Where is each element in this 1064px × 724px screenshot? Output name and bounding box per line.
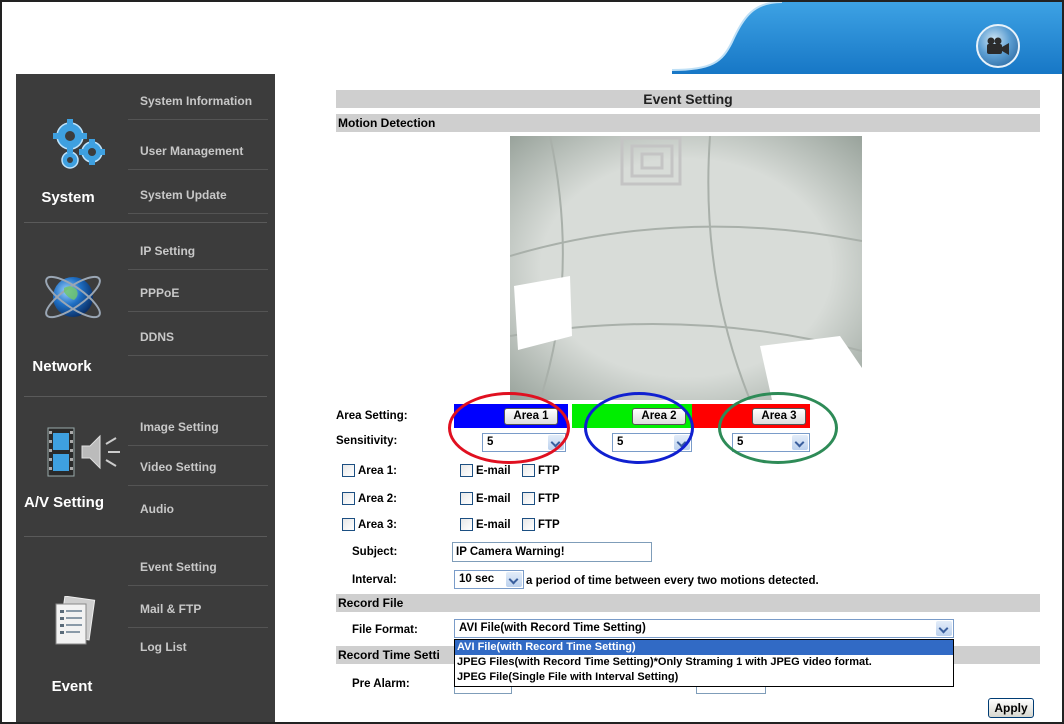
area-3-row-label: Area 3: xyxy=(358,519,397,531)
dropdown-option[interactable]: JPEG Files(with Record Time Setting)*Onl… xyxy=(455,655,953,670)
sidebar-section-label[interactable]: A/V Setting xyxy=(12,494,116,511)
area-3-checkbox[interactable] xyxy=(342,518,355,531)
sidebar-item-video-setting[interactable]: Video Setting xyxy=(128,448,268,486)
interval-note: a period of time between every two motio… xyxy=(526,575,819,587)
area-2-email-checkbox[interactable] xyxy=(460,492,473,505)
ftp-label: FTP xyxy=(538,493,560,505)
interval-select[interactable]: 10 sec xyxy=(454,570,524,589)
annotation-ring-area-2 xyxy=(584,392,694,464)
interval-label: Interval: xyxy=(352,574,397,586)
sidebar-section-event: Event Setting Mail & FTP Log List Event xyxy=(16,540,275,722)
section-motion-detection: Motion Detection xyxy=(336,114,1040,132)
page-title: Event Setting xyxy=(336,90,1040,108)
divider xyxy=(24,222,267,223)
globe-icon xyxy=(45,275,101,319)
dropdown-option[interactable]: JPEG File(Single File with Interval Sett… xyxy=(455,670,953,685)
apply-button[interactable]: Apply xyxy=(988,698,1034,718)
divider xyxy=(24,536,267,537)
film-speaker-icon xyxy=(47,427,120,477)
sidebar-item-mail-ftp[interactable]: Mail & FTP xyxy=(128,590,268,628)
ftp-label: FTP xyxy=(538,465,560,477)
sidebar-item-image-setting[interactable]: Image Setting xyxy=(128,408,268,446)
sidebar: System Information User Management Syste… xyxy=(16,74,275,722)
file-format-value: AVI File(with Record Time Setting) xyxy=(459,622,646,634)
area-2-ftp-checkbox[interactable] xyxy=(522,492,535,505)
area-1-checkbox[interactable] xyxy=(342,464,355,477)
divider xyxy=(24,396,267,397)
sidebar-item-log-list[interactable]: Log List xyxy=(128,628,268,666)
subject-input[interactable]: IP Camera Warning! xyxy=(452,542,652,562)
file-format-label: File Format: xyxy=(352,624,418,636)
camera-view-button[interactable] xyxy=(976,24,1020,68)
sensitivity-label: Sensitivity: xyxy=(336,435,398,447)
sidebar-item-user-management[interactable]: User Management xyxy=(128,132,268,170)
pre-alarm-label: Pre Alarm: xyxy=(352,678,410,690)
sidebar-section-label[interactable]: System xyxy=(16,189,120,206)
sidebar-item-system-update[interactable]: System Update xyxy=(128,176,268,214)
area-2-checkbox[interactable] xyxy=(342,492,355,505)
dropdown-option[interactable]: AVI File(with Record Time Setting) xyxy=(455,640,953,655)
sidebar-item-pppoe[interactable]: PPPoE xyxy=(128,274,268,312)
sidebar-item-ip-setting[interactable]: IP Setting xyxy=(128,232,268,270)
gears-icon xyxy=(53,119,105,169)
sidebar-section-label[interactable]: Event xyxy=(20,678,124,695)
sidebar-item-system-information[interactable]: System Information xyxy=(128,82,268,120)
camera-preview[interactable] xyxy=(510,136,862,400)
file-format-dropdown-list: AVI File(with Record Time Setting) JPEG … xyxy=(454,639,954,687)
document-icon xyxy=(55,596,96,645)
subject-label: Subject: xyxy=(352,546,398,558)
video-camera-icon xyxy=(987,37,1009,55)
annotation-ring-area-1 xyxy=(448,392,570,464)
interval-value: 10 sec xyxy=(459,573,495,585)
email-label: E-mail xyxy=(476,493,511,505)
area-1-ftp-checkbox[interactable] xyxy=(522,464,535,477)
email-label: E-mail xyxy=(476,519,511,531)
sidebar-item-ddns[interactable]: DDNS xyxy=(128,318,268,356)
file-format-select[interactable]: AVI File(with Record Time Setting) xyxy=(454,619,954,638)
annotation-ring-area-3 xyxy=(718,392,838,464)
sidebar-section-av-setting: Image Setting Video Setting Audio A/V Se… xyxy=(16,400,275,537)
ftp-label: FTP xyxy=(538,519,560,531)
sidebar-item-event-setting[interactable]: Event Setting xyxy=(128,548,268,586)
section-record-file: Record File xyxy=(336,594,1040,612)
area-1-row-label: Area 1: xyxy=(358,465,397,477)
camera-preview-image xyxy=(510,136,862,400)
area-3-email-checkbox[interactable] xyxy=(460,518,473,531)
area-3-ftp-checkbox[interactable] xyxy=(522,518,535,531)
app-window: System Information User Management Syste… xyxy=(0,0,1064,724)
area-1-email-checkbox[interactable] xyxy=(460,464,473,477)
sidebar-section-network: IP Setting PPPoE DDNS Network xyxy=(16,224,275,397)
area-setting-label: Area Setting: xyxy=(336,410,408,422)
chevron-down-icon xyxy=(936,621,952,636)
email-label: E-mail xyxy=(476,465,511,477)
main-content: Event Setting Motion Detection Area Sett… xyxy=(336,88,1040,722)
sidebar-section-label[interactable]: Network xyxy=(10,358,114,375)
chevron-down-icon xyxy=(506,572,522,587)
sidebar-section-system: System Information User Management Syste… xyxy=(16,74,275,223)
sidebar-item-audio[interactable]: Audio xyxy=(128,490,268,528)
area-2-row-label: Area 2: xyxy=(358,493,397,505)
header xyxy=(2,2,1062,74)
